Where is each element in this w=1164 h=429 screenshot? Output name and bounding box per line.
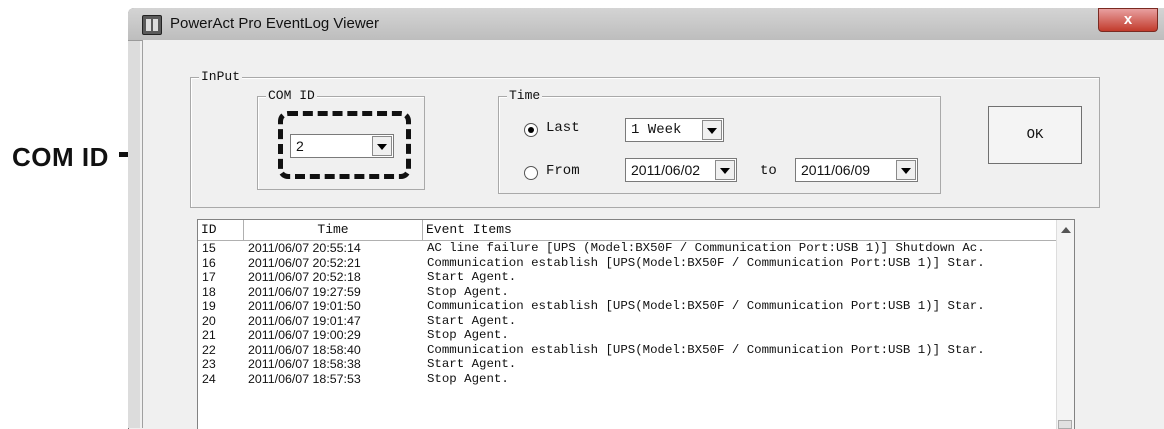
row-time: 2011/06/07 19:01:50 xyxy=(248,299,361,313)
row-event: Communication establish [UPS(Model:BX50F… xyxy=(427,299,985,313)
time-group-label: Time xyxy=(507,88,543,103)
table-row[interactable]: 24 2011/06/07 18:57:53 Stop Agent. xyxy=(198,372,1066,387)
row-time: 2011/06/07 20:55:14 xyxy=(248,241,361,255)
row-time: 2011/06/07 19:00:29 xyxy=(248,328,361,342)
table-row[interactable]: 21 2011/06/07 19:00:29 Stop Agent. xyxy=(198,328,1066,343)
from-radio[interactable] xyxy=(524,166,538,180)
close-button[interactable]: x xyxy=(1098,8,1158,32)
row-event: Stop Agent. xyxy=(427,284,509,299)
com-id-callout-label: COM ID xyxy=(12,142,109,172)
row-id: 21 xyxy=(202,328,216,342)
com-id-highlight-box xyxy=(278,111,411,179)
table-row[interactable]: 22 2011/06/07 18:58:40 Communication estab… xyxy=(198,343,1066,358)
row-time: 2011/06/07 19:01:47 xyxy=(248,313,361,328)
to-date-picker[interactable]: 2011/06/09 xyxy=(795,158,918,182)
row-event: Communication establish [UPS(Model:BX50F… xyxy=(427,255,985,270)
row-id: 16 xyxy=(202,255,216,270)
column-header-time[interactable]: Time xyxy=(244,220,423,240)
row-id: 19 xyxy=(202,299,216,313)
chevron-down-icon[interactable] xyxy=(702,120,722,140)
column-header-id[interactable]: ID xyxy=(198,220,244,240)
to-date-value: 2011/06/09 xyxy=(801,162,871,178)
row-id: 20 xyxy=(202,313,216,328)
table-row[interactable]: 16 2011/06/07 20:52:21 Communication estab… xyxy=(198,256,1066,271)
chevron-down-icon[interactable] xyxy=(715,160,735,180)
com-id-group-label: COM ID xyxy=(266,88,317,103)
row-time: 2011/06/07 18:58:38 xyxy=(248,357,361,371)
row-event: Communication establish [UPS(Model:BX50F… xyxy=(427,342,985,357)
row-event: Stop Agent. xyxy=(427,328,509,342)
row-time: 2011/06/07 20:52:21 xyxy=(248,255,361,270)
list-rows: 15 2011/06/07 20:55:14 AC line failure [UP… xyxy=(198,241,1066,386)
row-event: Stop Agent. xyxy=(427,371,509,386)
chevron-down-icon[interactable] xyxy=(896,160,916,180)
row-id: 17 xyxy=(202,270,216,284)
row-id: 15 xyxy=(202,241,216,255)
row-event: AC line failure [UPS (Model:BX50F / Comm… xyxy=(427,241,985,255)
table-row[interactable]: 18 2011/06/07 19:27:59 Stop Agent. xyxy=(198,285,1066,300)
table-row[interactable]: 23 2011/06/07 18:58:38 Start Agent. xyxy=(198,357,1066,372)
scroll-up-icon[interactable] xyxy=(1061,227,1071,233)
column-header-event[interactable]: Event Items xyxy=(423,220,1068,240)
input-group-label: InPut xyxy=(199,69,243,84)
window-left-border xyxy=(128,40,140,428)
row-id: 24 xyxy=(202,371,216,386)
row-id: 23 xyxy=(202,357,216,371)
table-row[interactable]: 15 2011/06/07 20:55:14 AC line failure [UP… xyxy=(198,241,1066,256)
app-icon xyxy=(142,15,162,35)
to-label: to xyxy=(760,163,777,179)
row-time: 2011/06/07 18:58:40 xyxy=(248,342,361,357)
row-time: 2011/06/07 20:52:18 xyxy=(248,270,361,284)
table-row[interactable]: 17 2011/06/07 20:52:18 Start Agent. xyxy=(198,270,1066,285)
from-radio-label: From xyxy=(546,163,580,179)
row-id: 22 xyxy=(202,342,216,357)
list-header: ID Time Event Items xyxy=(198,220,1068,241)
ok-button[interactable]: OK xyxy=(988,106,1082,164)
vertical-scrollbar[interactable] xyxy=(1056,220,1074,429)
from-date-picker[interactable]: 2011/06/02 xyxy=(625,158,737,182)
event-log-list[interactable]: ID Time Event Items 15 2011/06/07 20:55:1… xyxy=(197,219,1075,429)
row-event: Start Agent. xyxy=(427,270,517,284)
last-radio-label: Last xyxy=(546,120,580,136)
row-time: 2011/06/07 18:57:53 xyxy=(248,371,361,386)
table-row[interactable]: 20 2011/06/07 19:01:47 Start Agent. xyxy=(198,314,1066,329)
last-radio[interactable] xyxy=(524,123,538,137)
last-period-value: 1 Week xyxy=(631,122,682,138)
row-time: 2011/06/07 19:27:59 xyxy=(248,284,361,299)
from-date-value: 2011/06/02 xyxy=(631,162,701,178)
row-event: Start Agent. xyxy=(427,357,517,371)
table-row[interactable]: 19 2011/06/07 19:01:50 Communication estab… xyxy=(198,299,1066,314)
row-id: 18 xyxy=(202,284,216,299)
window-title: PowerAct Pro EventLog Viewer xyxy=(170,15,379,32)
row-event: Start Agent. xyxy=(427,313,517,328)
title-bar[interactable]: PowerAct Pro EventLog Viewer x xyxy=(128,8,1164,41)
last-period-select[interactable]: 1 Week xyxy=(625,118,724,142)
